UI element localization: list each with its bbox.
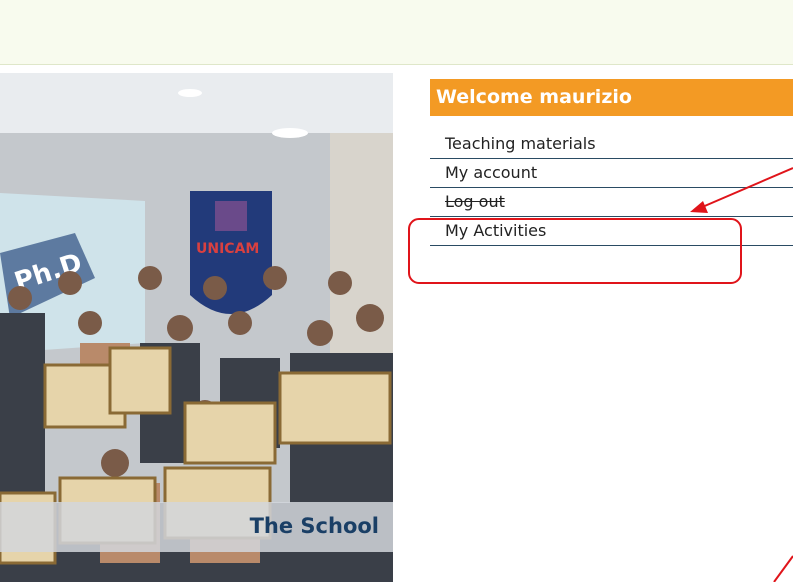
pointer-arrow-line: [699, 167, 793, 209]
annotation-overlay: [408, 167, 793, 582]
arrow-head-icon: [690, 201, 708, 213]
second-arrow-line: [773, 555, 793, 582]
highlight-box-annotation: [408, 218, 742, 284]
